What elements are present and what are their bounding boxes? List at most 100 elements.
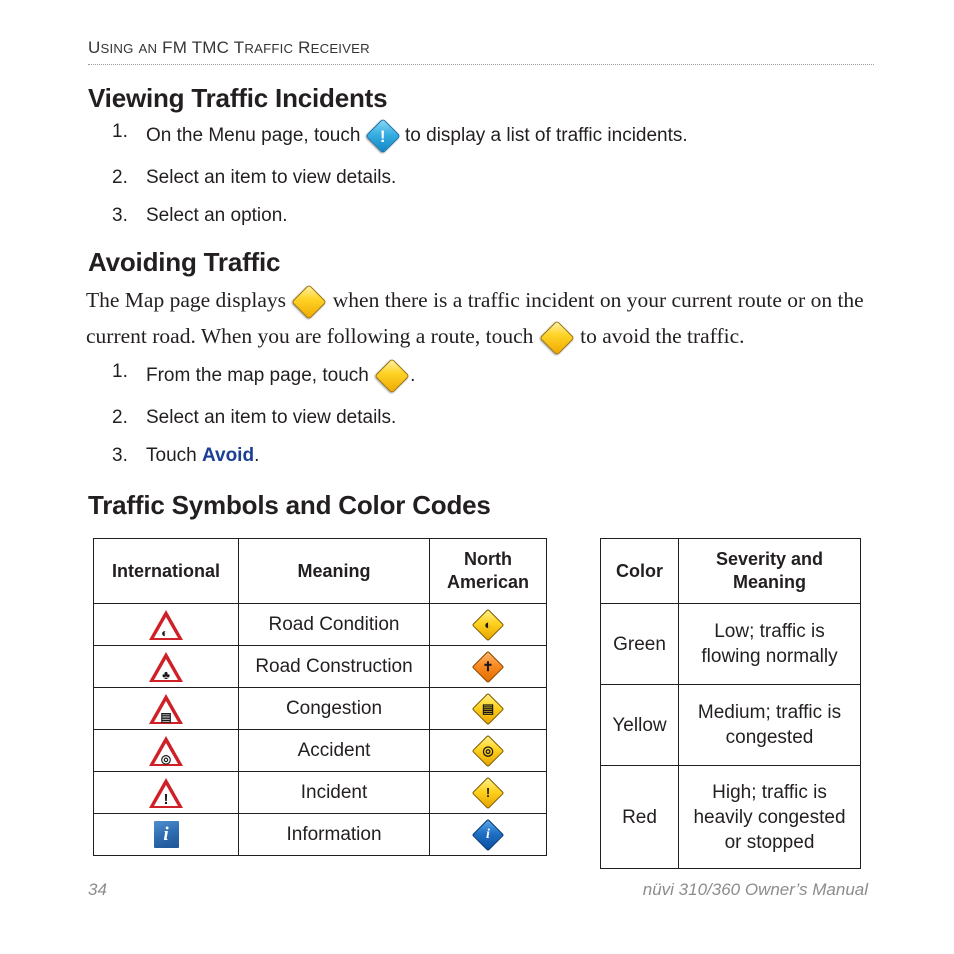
- table-row: Red High; traffic is heavily congested o…: [600, 765, 861, 869]
- road-construction-orange-diamond-icon: ✝: [471, 650, 505, 683]
- meaning-cell: Congestion: [238, 687, 430, 730]
- north-american-symbol-cell: ◐: [429, 603, 547, 646]
- step-text-before: Touch: [146, 445, 202, 466]
- table-row: ! Incident !: [93, 771, 547, 814]
- running-header: USING AN FM TMC TRAFFIC RECEIVER: [88, 38, 878, 58]
- step-text-before: On the Menu page, touch: [146, 125, 366, 146]
- international-symbol-cell: !: [93, 771, 239, 814]
- international-symbol-cell: i: [93, 813, 239, 856]
- road-condition-warning-triangle-icon: ◐: [149, 609, 183, 640]
- step-text: Select an item to view details.: [146, 407, 397, 428]
- international-symbol-cell: ♣: [93, 645, 239, 688]
- footer-manual-title: nüvi 310/360 Owner’s Manual: [642, 880, 868, 899]
- manual-page: USING AN FM TMC TRAFFIC RECEIVER Viewing…: [0, 0, 954, 954]
- color-name-cell: Green: [600, 603, 679, 685]
- color-codes-table: Color Severity and Meaning Green Low; tr…: [600, 538, 861, 869]
- list-text: Select an item to view details.: [146, 405, 892, 431]
- avoiding-traffic-paragraph: The Map page displays when there is a tr…: [86, 283, 876, 356]
- footer-page-number: 34: [88, 880, 107, 899]
- meaning-cell: Incident: [238, 771, 430, 814]
- table-row: ♣ Road Construction ✝: [93, 645, 547, 688]
- column-header-severity-and-meaning: Severity and Meaning: [678, 538, 861, 604]
- list-item: 1. On the Menu page, touch ! to display …: [112, 118, 892, 154]
- accident-warning-triangle-icon: ◎: [149, 735, 183, 766]
- traffic-symbols-table: International Meaning North American ◐ R…: [93, 538, 547, 856]
- table-row: i Information i: [93, 813, 547, 856]
- table-header-row: Color Severity and Meaning: [600, 538, 861, 604]
- color-name-cell: Yellow: [600, 684, 679, 766]
- road-construction-warning-triangle-icon: ♣: [149, 651, 183, 682]
- international-symbol-cell: ▤: [93, 687, 239, 730]
- header-line-2: American: [446, 572, 530, 592]
- heading-avoiding-traffic: Avoiding Traffic: [88, 247, 281, 277]
- severity-meaning-cell: High; traffic is heavily congested or st…: [678, 765, 861, 869]
- north-american-symbol-cell: ✝: [429, 645, 547, 688]
- heading-traffic-symbols-and-color-codes: Traffic Symbols and Color Codes: [88, 490, 491, 520]
- meaning-cell: Information: [238, 813, 430, 856]
- severity-meaning-cell: Low; traffic is flowing normally: [678, 603, 861, 685]
- paragraph-part-3: to avoid the traffic.: [574, 324, 745, 349]
- list-number: 2.: [112, 167, 128, 188]
- column-header-international: International: [93, 538, 239, 604]
- column-header-north-american: North American: [429, 538, 547, 604]
- incident-warning-triangle-icon: !: [149, 777, 183, 808]
- list-number: 2.: [112, 407, 128, 428]
- step-text: Select an item to view details.: [146, 167, 397, 188]
- avoid-button-reference: Avoid: [201, 445, 255, 466]
- paragraph-part-1: The Map page displays: [86, 288, 292, 312]
- step-text: Select an option.: [146, 205, 288, 226]
- heading-viewing-traffic-incidents: Viewing Traffic Incidents: [88, 83, 388, 113]
- road-condition-yellow-diamond-icon: ◐: [471, 608, 505, 641]
- meaning-cell: Road Construction: [238, 645, 430, 688]
- incident-yellow-diamond-icon: !: [471, 776, 505, 809]
- gold-diamond-icon: [539, 320, 575, 356]
- international-symbol-cell: ◐: [93, 603, 239, 646]
- step-text-after: to display a list of traffic incidents.: [399, 125, 688, 146]
- header-line-2: Meaning: [732, 572, 806, 592]
- step-text-after: .: [410, 365, 416, 386]
- congestion-warning-triangle-icon: ▤: [149, 693, 183, 724]
- list-number: 1.: [112, 361, 128, 382]
- table-row: ◐ Road Condition ◐: [93, 603, 547, 646]
- north-american-symbol-cell: i: [429, 813, 547, 856]
- list-text: Touch Avoid.: [146, 443, 892, 469]
- information-blue-square-icon: i: [153, 821, 179, 848]
- table-row: Yellow Medium; traffic is congested: [600, 684, 861, 766]
- list-item: 2. Select an item to view details.: [112, 405, 892, 431]
- table-row: ▤ Congestion ▤: [93, 687, 547, 730]
- severity-meaning-cell: Medium; traffic is congested: [678, 684, 861, 766]
- running-header-text: USING AN FM TMC TRAFFIC RECEIVER: [88, 38, 370, 57]
- header-divider: [88, 64, 874, 65]
- step-text-after: .: [254, 445, 260, 466]
- list-text: From the map page, touch .: [146, 358, 892, 394]
- avoiding-steps-list: 1. From the map page, touch . 2. Select …: [112, 358, 892, 481]
- list-number: 1.: [112, 121, 128, 142]
- accident-yellow-diamond-icon: ◎: [471, 734, 505, 767]
- list-text: On the Menu page, touch ! to display a l…: [146, 118, 892, 154]
- column-header-meaning: Meaning: [238, 538, 430, 604]
- congestion-yellow-diamond-icon: ▤: [471, 692, 505, 725]
- list-number: 3.: [112, 445, 128, 466]
- header-line-1: Severity and: [715, 549, 824, 569]
- north-american-symbol-cell: !: [429, 771, 547, 814]
- meaning-cell: Accident: [238, 729, 430, 772]
- header-line-1: North: [464, 549, 512, 569]
- column-header-color: Color: [600, 538, 679, 604]
- meaning-cell: Road Condition: [238, 603, 430, 646]
- color-name-cell: Red: [600, 765, 679, 869]
- list-item: 2. Select an item to view details.: [112, 165, 892, 191]
- north-american-symbol-cell: ▤: [429, 687, 547, 730]
- list-item: 1. From the map page, touch .: [112, 358, 892, 394]
- list-text: Select an option.: [146, 203, 892, 229]
- table-row: ◎ Accident ◎: [93, 729, 547, 772]
- exclamation-glyph: !: [485, 785, 491, 800]
- exclamation-glyph: !: [163, 790, 169, 808]
- gold-diamond-icon: [374, 358, 410, 394]
- north-american-symbol-cell: ◎: [429, 729, 547, 772]
- gold-diamond-icon: [291, 284, 328, 320]
- info-glyph: i: [486, 826, 490, 842]
- information-blue-diamond-icon: i: [471, 818, 505, 851]
- step-text-before: From the map page, touch: [146, 365, 375, 386]
- list-item: 3. Select an option.: [112, 203, 892, 229]
- international-symbol-cell: ◎: [93, 729, 239, 772]
